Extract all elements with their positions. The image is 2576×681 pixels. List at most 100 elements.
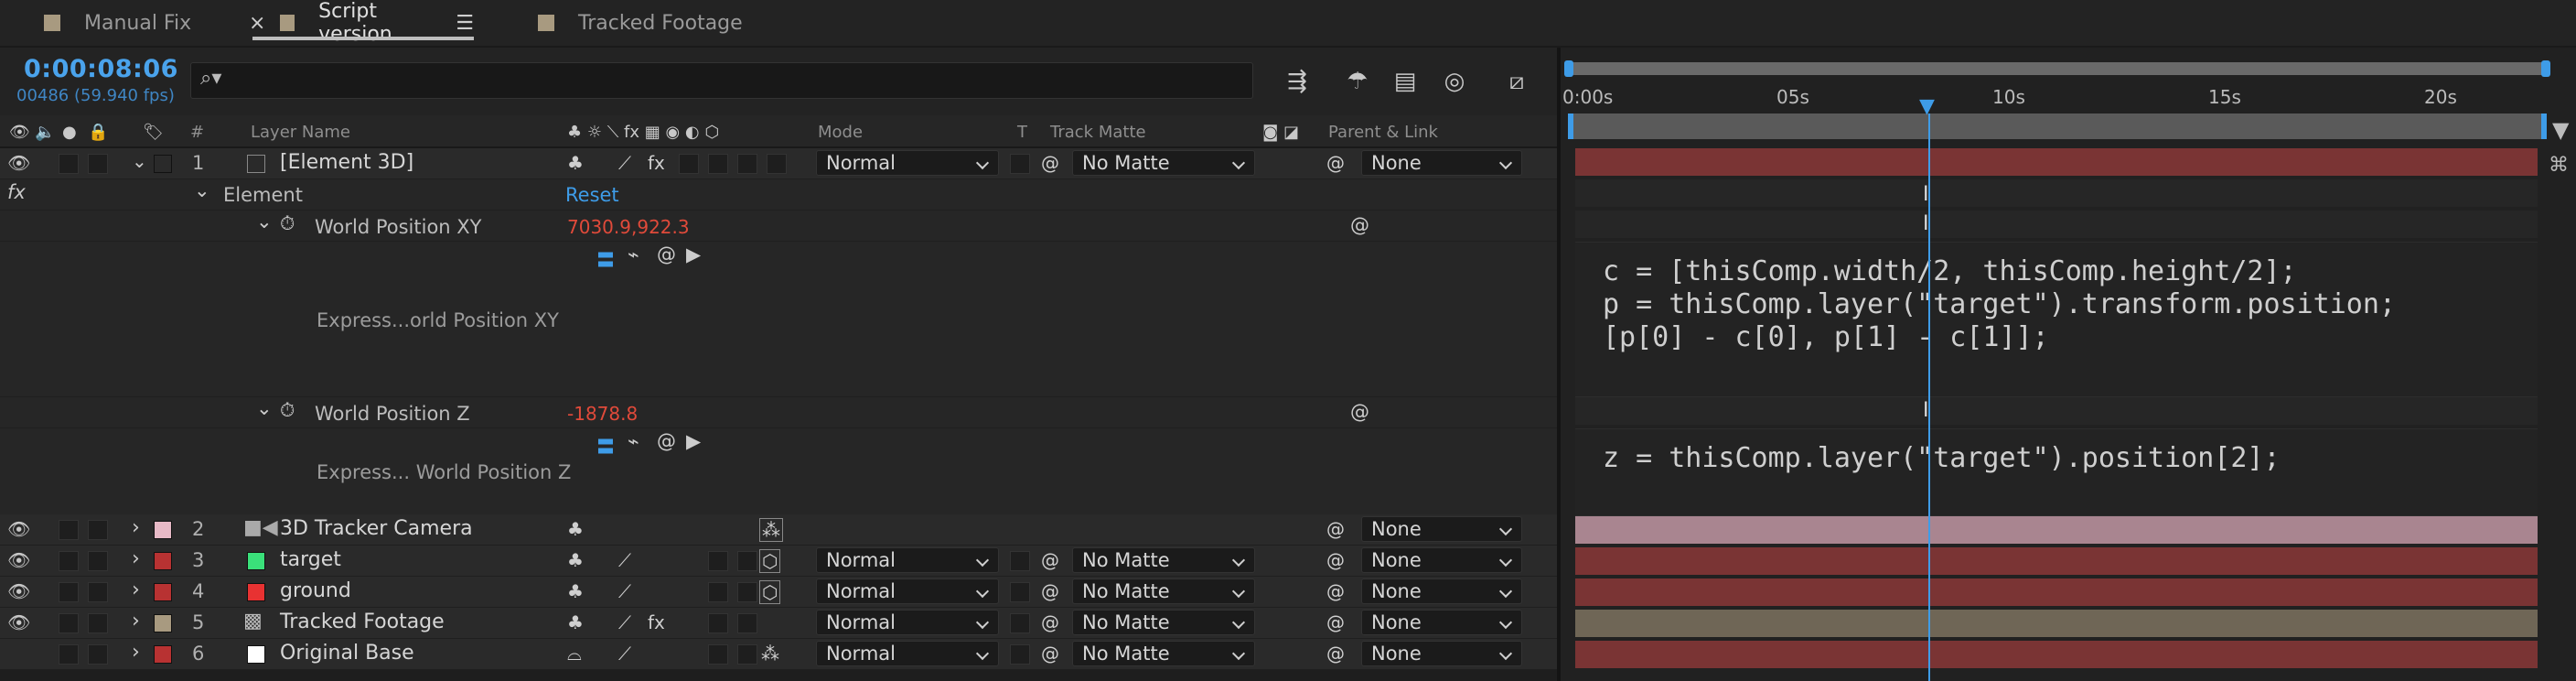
lock-switch[interactable] — [88, 520, 108, 540]
pick-whip-icon[interactable]: @ — [1350, 214, 1369, 236]
layer-duration-bar[interactable] — [1575, 516, 2538, 544]
property-value[interactable]: 7030.9,922.3 — [567, 216, 690, 238]
property-value[interactable]: -1878.8 — [567, 403, 638, 425]
pick-whip-icon[interactable]: @ — [1326, 518, 1345, 540]
tab-tracked-footage[interactable]: Tracked Footage — [538, 0, 743, 46]
layer-row[interactable]: 👁 › 4 ground ♣ ⟋ ⬡ Normal @ No Matte @ N… — [0, 577, 1557, 608]
expression-code-line[interactable]: p = thisComp.layer("target").transform.p… — [1603, 288, 2396, 320]
pick-whip-icon[interactable]: @ — [1326, 580, 1345, 602]
switch-slot[interactable] — [708, 582, 728, 602]
matte-link-icon[interactable]: @ — [1041, 611, 1059, 633]
switch-slot[interactable] — [708, 551, 728, 571]
pick-whip-icon[interactable]: @ — [1326, 611, 1345, 633]
layer-name[interactable]: 3D Tracker Camera — [280, 517, 473, 540]
timeline-panel[interactable]: 0:00s 05s 10s 15s 20s ▼ ⌘ c = [thisComp.… — [1561, 48, 2576, 681]
tab-manual-fix[interactable]: Manual Fix — [44, 0, 191, 46]
label-color-swatch[interactable] — [154, 614, 172, 632]
layer-row[interactable]: 👁 › 3 target ♣ ⟋ ⬡ Normal @ No Matte @ N… — [0, 546, 1557, 577]
shy-switch-icon[interactable]: ♣ — [567, 152, 584, 174]
preserve-transparency-switch[interactable] — [1010, 551, 1030, 571]
effect-group-row[interactable]: fx ⌄ Element Reset — [0, 179, 1557, 211]
solo-switch[interactable] — [59, 154, 79, 174]
pick-whip-icon[interactable]: @ — [1326, 643, 1345, 665]
3d-layer-switch-icon[interactable]: ⬡ — [759, 549, 781, 573]
solo-switch[interactable] — [59, 582, 79, 602]
navigator-end-handle[interactable] — [2541, 60, 2550, 77]
composition-mini-flowchart-icon[interactable]: ⇶ — [1281, 66, 1314, 97]
graph-icon[interactable]: ⌁ — [628, 243, 639, 265]
playhead-handle-icon[interactable]: ▼ — [1919, 95, 1935, 118]
lock-switch[interactable] — [88, 644, 108, 665]
preserve-transparency-switch[interactable] — [1010, 154, 1030, 174]
visibility-eye-icon[interactable]: 👁 — [7, 580, 30, 602]
mode-dropdown[interactable]: Normal — [816, 547, 999, 573]
preserve-transparency-switch[interactable] — [1010, 644, 1030, 665]
switch-slot[interactable] — [737, 551, 757, 571]
3d-layer-switch-icon[interactable]: ⁂ — [761, 643, 779, 665]
lock-switch[interactable] — [88, 582, 108, 602]
switch-slot[interactable] — [737, 582, 757, 602]
chevron-right-icon[interactable]: › — [132, 641, 140, 664]
switch-slot[interactable] — [737, 154, 757, 174]
visibility-eye-icon[interactable]: 👁 — [7, 152, 30, 174]
time-navigator-bar[interactable] — [1564, 60, 2550, 77]
mode-dropdown[interactable]: Normal — [816, 578, 999, 604]
parent-dropdown[interactable]: None — [1361, 578, 1522, 604]
mode-dropdown[interactable]: Normal — [816, 610, 999, 635]
expression-pick-whip-icon[interactable]: @ — [657, 243, 676, 265]
layer-row[interactable]: 👁 › 2 ■◀ 3D Tracker Camera ♣ ⁂ @ None — [0, 514, 1557, 546]
frame-blending-icon[interactable]: ▤ — [1389, 66, 1422, 97]
current-time-display[interactable]: 0:00:08:06 — [24, 55, 178, 83]
shy-switch-icon[interactable]: ♣ — [567, 518, 584, 540]
navigator-start-handle[interactable] — [1564, 60, 1573, 77]
chevron-down-icon[interactable]: ⌄ — [194, 179, 210, 201]
visibility-eye-icon[interactable]: 👁 — [7, 549, 30, 571]
expression-code-line[interactable]: z = thisComp.layer("target").position[2]… — [1603, 442, 2281, 474]
layer-duration-bar[interactable] — [1575, 547, 2538, 575]
parent-dropdown[interactable]: None — [1361, 516, 1522, 542]
column-layer-name[interactable]: Layer Name — [251, 123, 350, 142]
pick-whip-icon[interactable]: @ — [1326, 549, 1345, 571]
chevron-right-icon[interactable]: › — [132, 610, 140, 632]
expression-editor-xy[interactable]: c = [thisComp.width/2, thisComp.height/2… — [1575, 242, 2538, 397]
label-color-swatch[interactable] — [154, 645, 172, 664]
property-row[interactable]: ⌄ ⏱ World Position XY 7030.9,922.3 @ — [0, 211, 1557, 242]
layer-name[interactable]: target — [280, 548, 341, 571]
panel-menu-icon[interactable]: ☰ — [456, 12, 474, 35]
effects-switch-icon[interactable]: fx — [648, 611, 665, 633]
layer-duration-bar[interactable] — [1575, 148, 2538, 176]
time-ruler[interactable]: 0:00s 05s 10s 15s 20s — [1561, 79, 2558, 114]
matte-link-icon[interactable]: @ — [1041, 549, 1059, 571]
composition-marker-bin-icon[interactable]: ▼ — [2552, 117, 2569, 143]
visibility-eye-icon[interactable]: 👁 — [7, 611, 30, 633]
stopwatch-icon[interactable]: ⏱ — [280, 399, 295, 422]
matte-link-icon[interactable]: @ — [1041, 580, 1059, 602]
lock-switch[interactable] — [88, 154, 108, 174]
expression-pick-whip-icon[interactable]: @ — [657, 430, 676, 452]
label-color-swatch[interactable] — [154, 521, 172, 539]
chevron-right-icon[interactable]: › — [132, 547, 140, 570]
pick-whip-icon[interactable]: @ — [1326, 152, 1345, 174]
enable-expression-icon[interactable]: 〓 — [596, 245, 615, 272]
switch-slot[interactable] — [708, 644, 728, 665]
reset-link[interactable]: Reset — [565, 184, 619, 206]
label-color-swatch[interactable] — [154, 552, 172, 570]
shy-layers-icon[interactable]: ☂ — [1341, 66, 1374, 97]
track-matte-dropdown[interactable]: No Matte — [1072, 610, 1255, 635]
expression-language-menu-icon[interactable]: ▶ — [686, 430, 701, 452]
track-matte-dropdown[interactable]: No Matte — [1072, 641, 1255, 666]
chevron-right-icon[interactable]: › — [132, 516, 140, 539]
shy-switch-icon[interactable]: ♣ — [567, 580, 584, 602]
switch-slot[interactable] — [737, 644, 757, 665]
tab-script-version[interactable]: × Script version ☰ — [249, 0, 474, 46]
layer-name[interactable]: Original Base — [280, 642, 414, 665]
chevron-down-icon[interactable]: ⌄ — [256, 211, 273, 232]
switch-slot[interactable] — [708, 613, 728, 633]
parent-dropdown[interactable]: None — [1361, 547, 1522, 573]
solo-switch[interactable] — [59, 551, 79, 571]
preserve-transparency-switch[interactable] — [1010, 613, 1030, 633]
solo-switch[interactable] — [59, 644, 79, 665]
lock-switch[interactable] — [88, 613, 108, 633]
switch-slot[interactable] — [737, 613, 757, 633]
switch-slot[interactable] — [679, 154, 699, 174]
